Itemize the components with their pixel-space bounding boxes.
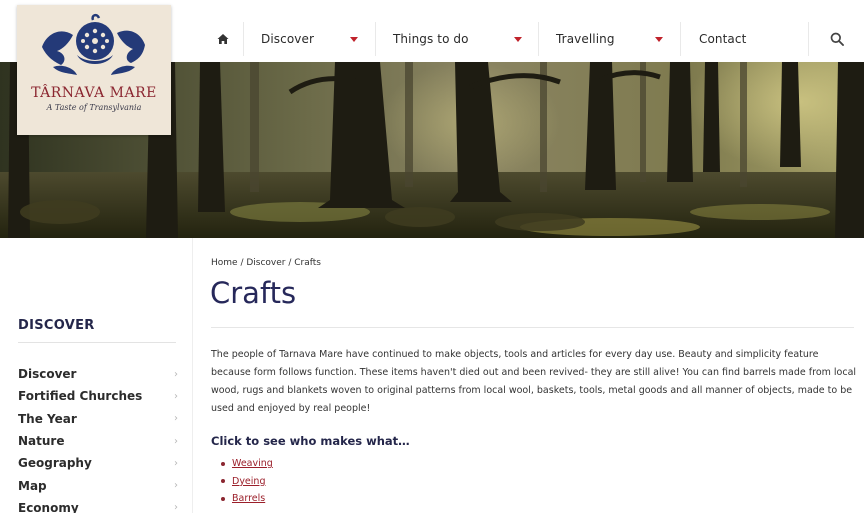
title-divider — [211, 327, 854, 328]
sidebar-item-nature[interactable]: Nature › — [18, 430, 178, 452]
nav-item-things-to-do[interactable]: Things to do — [393, 16, 469, 62]
sidebar-item-label: Economy — [18, 500, 79, 513]
craft-link-dyeing[interactable]: Dyeing — [232, 476, 265, 487]
sidebar-item-map[interactable]: Map › — [18, 474, 178, 496]
sidebar-item-label: Nature — [18, 434, 65, 449]
sidebar-divider — [192, 238, 193, 513]
sidebar-item-label: The Year — [18, 411, 77, 426]
nav-divider — [538, 22, 539, 56]
sidebar-item-label: Map — [18, 478, 47, 493]
brand-title: TÂRNAVA MARE — [31, 85, 157, 101]
nav-divider — [808, 22, 809, 56]
nav-item-label: Contact — [699, 32, 747, 46]
list-item: Dyeing — [221, 473, 273, 491]
sidebar-item-label: Discover — [18, 367, 77, 382]
chevron-right-icon: › — [174, 502, 178, 513]
folk-flower-emblem — [42, 13, 145, 75]
chevron-down-icon — [514, 37, 522, 42]
nav-item-contact[interactable]: Contact — [699, 16, 746, 62]
chevron-right-icon: › — [174, 480, 178, 492]
nav-divider — [680, 22, 681, 56]
bullet-icon — [221, 496, 225, 501]
home-icon — [217, 34, 229, 44]
site-logo[interactable]: TÂRNAVA MARE A Taste of Transylvania — [17, 5, 171, 135]
nav-home[interactable] — [217, 16, 229, 62]
chevron-right-icon: › — [174, 435, 178, 447]
nav-item-label: Travelling — [556, 32, 615, 46]
nav-divider — [243, 22, 244, 56]
nav-item-discover[interactable]: Discover — [261, 16, 314, 62]
craft-link-weaving[interactable]: Weaving — [232, 458, 273, 469]
breadcrumb: Home / Discover / Crafts — [211, 258, 321, 268]
bullet-icon — [221, 461, 225, 466]
list-item: Barrels — [221, 490, 273, 508]
intro-paragraph: The people of Tarnava Mare have continue… — [211, 349, 857, 414]
bullet-icon — [221, 479, 225, 484]
search-icon — [830, 32, 844, 46]
chevron-right-icon: › — [174, 457, 178, 469]
sidebar-item-discover[interactable]: Discover › — [18, 363, 178, 385]
chevron-down-icon — [655, 37, 663, 42]
craft-link-barrels[interactable]: Barrels — [232, 493, 265, 504]
sidebar-item-label: Geography — [18, 456, 92, 471]
nav-item-travelling[interactable]: Travelling — [556, 16, 615, 62]
chevron-right-icon: › — [174, 368, 178, 380]
sidebar-item-the-year[interactable]: The Year › — [18, 408, 178, 430]
page-title: Crafts — [210, 276, 297, 310]
sidebar-menu: Discover › Fortified Churches › The Year… — [18, 363, 178, 513]
page: Discover Things to do Travelling Contact — [0, 0, 864, 513]
search-button[interactable] — [810, 16, 864, 62]
nav-divider — [375, 22, 376, 56]
sidebar-title: DISCOVER — [18, 318, 95, 333]
crafts-list: Weaving Dyeing Barrels — [221, 455, 273, 508]
chevron-down-icon — [350, 37, 358, 42]
nav-item-label: Things to do — [393, 32, 469, 46]
sidebar-item-geography[interactable]: Geography › — [18, 452, 178, 474]
brand-subtitle: A Taste of Transylvania — [46, 103, 142, 112]
sidebar-item-label: Fortified Churches — [18, 389, 143, 404]
crafts-heading: Click to see who makes what… — [211, 434, 410, 448]
list-item: Weaving — [221, 455, 273, 473]
sidebar-item-economy[interactable]: Economy › — [18, 497, 178, 513]
chevron-right-icon: › — [174, 413, 178, 425]
sidebar-item-fortified-churches[interactable]: Fortified Churches › — [18, 385, 178, 407]
chevron-right-icon: › — [174, 390, 178, 402]
sidebar-title-rule — [18, 342, 176, 343]
nav-item-label: Discover — [261, 32, 314, 46]
